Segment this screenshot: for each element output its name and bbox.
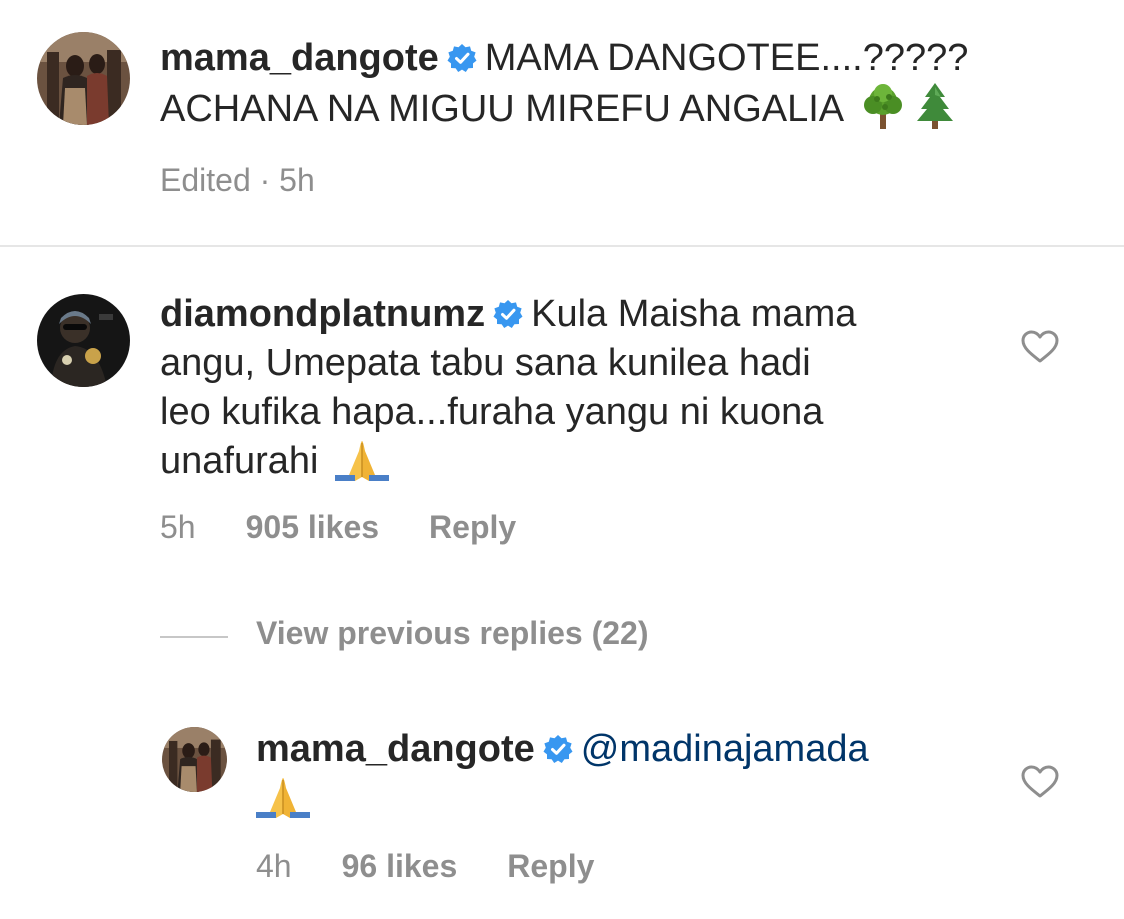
comment-line-4: unafurahi <box>160 440 319 482</box>
view-previous-replies-button[interactable]: View previous replies (22) <box>256 615 648 652</box>
reply-button[interactable]: Reply <box>507 848 594 884</box>
comment-meta: 5h 905 likes Reply <box>160 509 516 546</box>
comments-screen: mama_dangote MAMA DANGOTEE....????? ACHAN… <box>0 0 1124 919</box>
comment-line-3: leo kufika hapa...furaha yangu ni kuona <box>160 391 824 433</box>
replies-divider-line <box>160 636 228 638</box>
comment-text: diamondplatnumz Kula Maisha mama angu, Um… <box>160 290 980 486</box>
verified-badge-icon <box>543 734 573 764</box>
comment-line-2: angu, Umepata tabu sana kunilea hadi <box>160 342 811 384</box>
caption-text: mama_dangote MAMA DANGOTEE....????? ACHAN… <box>160 34 1090 134</box>
avatar[interactable] <box>37 294 130 387</box>
reply-meta: 4h 96 likes Reply <box>256 848 594 885</box>
avatar[interactable] <box>37 32 130 125</box>
caption-line-1: MAMA DANGOTEE....????? <box>484 37 969 79</box>
reply-username[interactable]: mama_dangote <box>256 728 535 770</box>
reply-time: 4h <box>256 848 292 884</box>
verified-badge-icon <box>493 299 523 329</box>
reply-text: mama_dangote @madinajamada <box>256 725 996 823</box>
caption-meta: Edited · 5h <box>160 162 315 198</box>
mention-link[interactable]: @madinajamada <box>581 728 869 770</box>
verified-badge-icon <box>447 43 477 73</box>
reply-likes[interactable]: 96 likes <box>342 848 458 884</box>
evergreen-tree-icon <box>913 83 957 129</box>
like-heart-icon[interactable] <box>1021 765 1059 799</box>
deciduous-tree-icon <box>859 83 907 129</box>
comment-time: 5h <box>160 509 196 545</box>
avatar[interactable] <box>162 727 227 792</box>
caption-username[interactable]: mama_dangote <box>160 37 439 79</box>
like-heart-icon[interactable] <box>1021 330 1059 364</box>
comment-likes[interactable]: 905 likes <box>246 509 379 545</box>
divider <box>0 245 1124 247</box>
comment-line-1: Kula Maisha mama <box>531 293 857 335</box>
folded-hands-icon <box>335 437 390 481</box>
comment-username[interactable]: diamondplatnumz <box>160 293 485 335</box>
folded-hands-icon <box>256 774 310 818</box>
caption-line-2: ACHANA NA MIGUU MIREFU ANGALIA <box>160 88 843 130</box>
reply-button[interactable]: Reply <box>429 509 516 545</box>
